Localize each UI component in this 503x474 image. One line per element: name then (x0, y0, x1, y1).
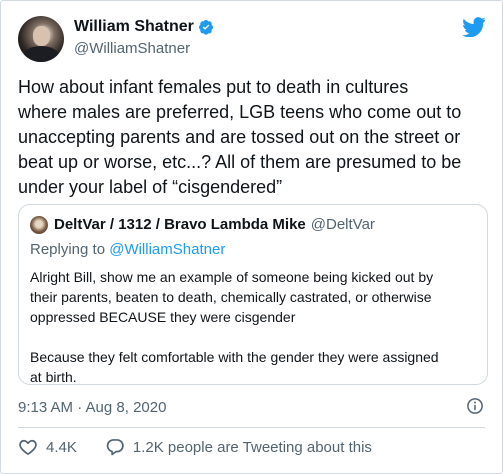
tweet-actions: 4.4K 1.2K people are Tweeting about this (18, 437, 400, 457)
info-icon[interactable] (466, 397, 484, 415)
tweet-card[interactable]: William Shatner @WilliamShatner How abou… (0, 0, 503, 474)
quoted-name-row[interactable]: DeltVar / 1312 / Bravo Lambda Mike @Delt… (54, 216, 375, 234)
verified-badge-icon (198, 20, 213, 35)
heart-icon[interactable] (18, 437, 38, 457)
replying-to: Replying to @WilliamShatner (30, 241, 225, 258)
quoted-text: Alright Bill, show me an example of some… (30, 269, 439, 385)
replying-to-link[interactable]: @WilliamShatner (109, 241, 225, 258)
replying-prefix: Replying to (30, 241, 110, 258)
divider (18, 427, 485, 428)
like-count: 4.4K (46, 438, 77, 456)
speech-bubble-icon[interactable] (105, 437, 125, 457)
author-display-name[interactable]: William Shatner (74, 17, 194, 37)
avatar-face (33, 26, 50, 46)
author-handle[interactable]: @WilliamShatner (74, 40, 190, 57)
tweet-text: How about infant females put to death in… (18, 77, 462, 197)
like-action[interactable]: 4.4K (18, 437, 77, 457)
twitter-bird-icon[interactable] (462, 17, 486, 37)
quoted-display-name[interactable]: DeltVar / 1312 / Bravo Lambda Mike (54, 216, 306, 234)
quoted-avatar[interactable] (30, 216, 48, 234)
quoted-handle[interactable]: @DeltVar (311, 216, 375, 234)
avatar-suit (23, 46, 59, 62)
tweeting-about-action[interactable]: 1.2K people are Tweeting about this (105, 437, 372, 457)
author-name-row[interactable]: William Shatner (74, 17, 214, 37)
tweeting-about-label: 1.2K people are Tweeting about this (132, 438, 372, 456)
author-avatar[interactable] (18, 16, 64, 62)
quoted-tweet[interactable]: DeltVar / 1312 / Bravo Lambda Mike @Delt… (18, 204, 488, 385)
tweet-timestamp[interactable]: 9:13 AM · Aug 8, 2020 (18, 399, 166, 416)
